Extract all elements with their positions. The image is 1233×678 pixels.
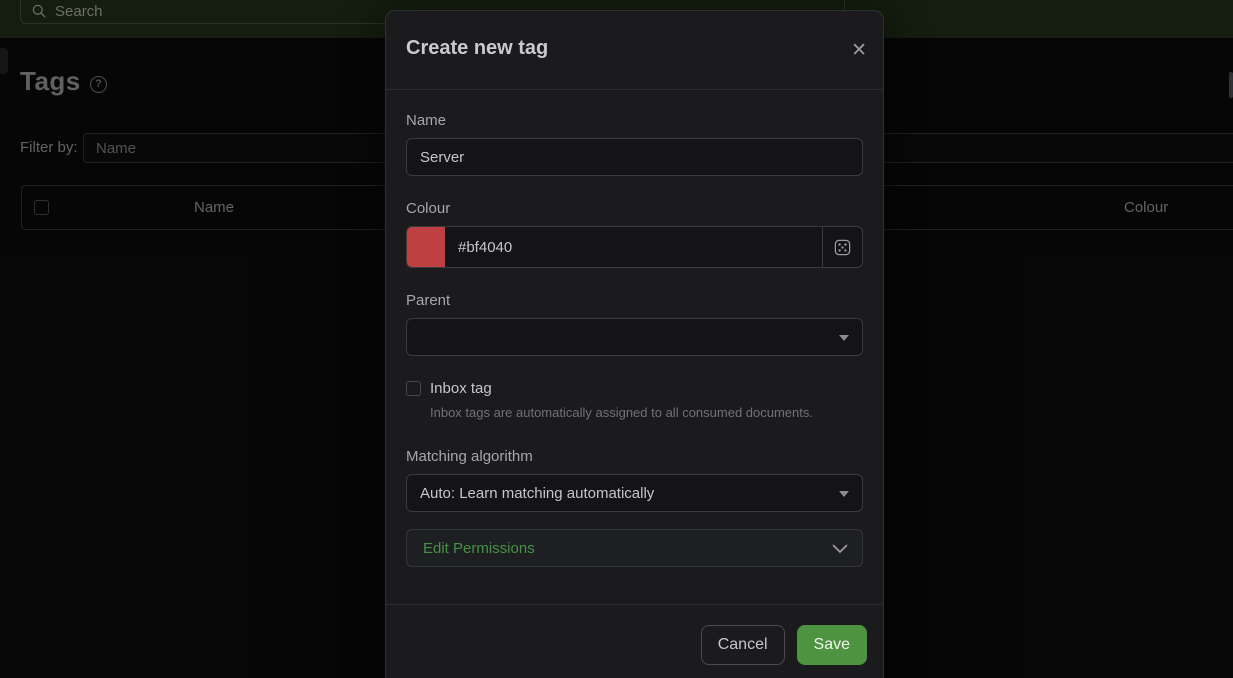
parent-label: Parent: [406, 292, 863, 309]
name-label: Name: [406, 112, 863, 129]
modal-body: Name Colour: [386, 90, 883, 567]
parent-field-group: Parent: [406, 292, 863, 356]
matching-algorithm-label: Matching algorithm: [406, 448, 863, 465]
inbox-tag-label: Inbox tag: [430, 380, 492, 397]
colour-field-group: Colour: [406, 200, 863, 268]
matching-algorithm-value: Auto: Learn matching automatically: [420, 485, 654, 502]
inbox-field-group: Inbox tag Inbox tags are automatically a…: [406, 380, 863, 420]
close-icon[interactable]: ✕: [851, 41, 867, 60]
chevron-down-icon: [839, 491, 849, 497]
page-root: Tags ? Filter by: Name Colour Create new…: [0, 0, 1233, 678]
colour-input-group: [406, 226, 863, 268]
edit-permissions-label: Edit Permissions: [423, 540, 535, 557]
dice-icon: [833, 238, 852, 257]
modal-header: Create new tag ✕: [386, 11, 883, 90]
name-field-group: Name: [406, 112, 863, 176]
save-button[interactable]: Save: [797, 625, 867, 665]
create-tag-modal: Create new tag ✕ Name Colour: [385, 10, 884, 678]
colour-swatch[interactable]: [407, 227, 445, 267]
modal-title: Create new tag: [406, 37, 548, 59]
colour-hex-input[interactable]: [445, 227, 822, 267]
parent-select[interactable]: [406, 318, 863, 356]
tag-name-input[interactable]: [406, 138, 863, 176]
colour-label: Colour: [406, 200, 863, 217]
random-colour-button[interactable]: [822, 227, 862, 267]
edit-permissions-accordion[interactable]: Edit Permissions: [406, 529, 863, 567]
inbox-tag-checkbox[interactable]: [406, 381, 421, 396]
inbox-tag-hint: Inbox tags are automatically assigned to…: [430, 405, 863, 420]
matching-algorithm-select[interactable]: Auto: Learn matching automatically: [406, 474, 863, 512]
matching-field-group: Matching algorithm Auto: Learn matching …: [406, 448, 863, 512]
chevron-down-icon: [839, 335, 849, 341]
chevron-down-icon: [832, 544, 848, 554]
modal-footer: Cancel Save: [386, 604, 883, 665]
inbox-checkbox-row: Inbox tag: [406, 380, 863, 397]
cancel-button[interactable]: Cancel: [701, 625, 785, 665]
